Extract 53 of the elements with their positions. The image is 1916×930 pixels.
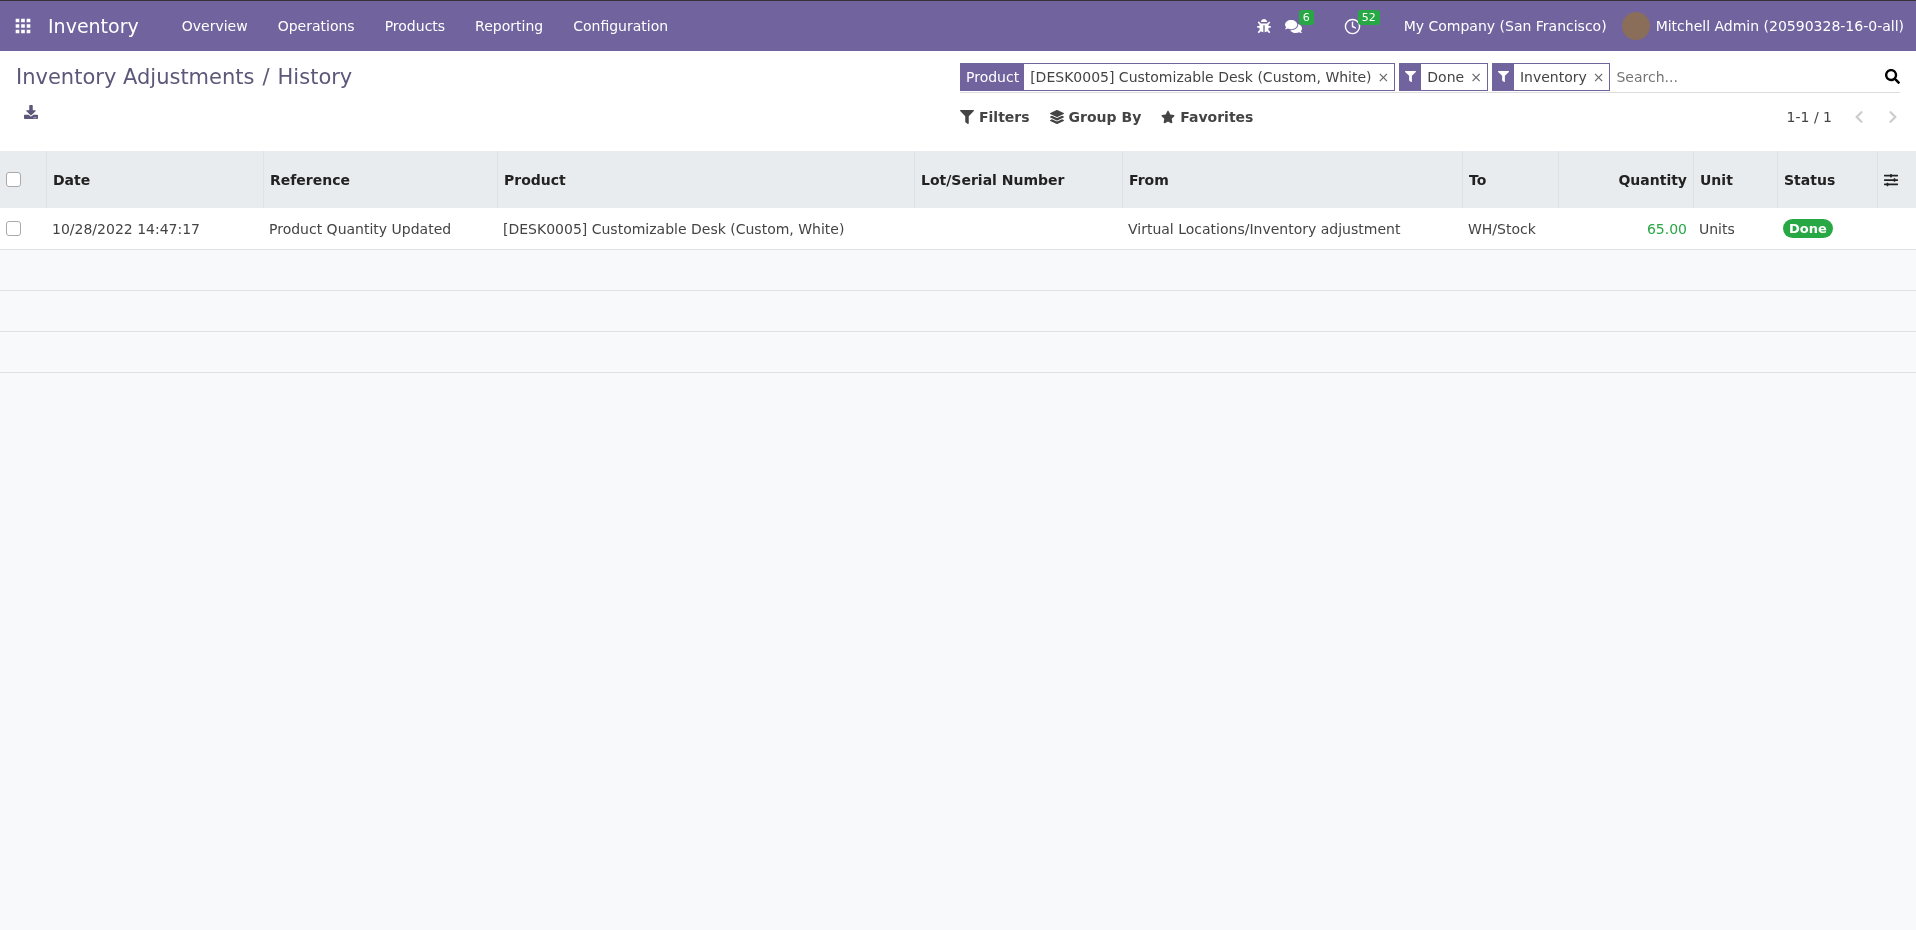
menu-item[interactable]: Products [369, 18, 461, 34]
column-header[interactable]: Reference [263, 151, 497, 208]
search-option-button[interactable]: Favorites [1161, 109, 1254, 125]
chat-icon[interactable] [1284, 17, 1302, 35]
table-cell: Product Quantity Updated [263, 208, 497, 250]
search-facet: Product [DESK0005] Customizable Desk (Custom, White) × [960, 62, 1396, 91]
column-header[interactable]: Status [1777, 151, 1877, 208]
column-header[interactable]: Product [497, 151, 914, 208]
message-count-badge: 6 [1298, 9, 1314, 25]
breadcrumb-item: History [277, 65, 353, 89]
search-option-button[interactable]: Filters [960, 109, 1030, 125]
select-all-checkbox[interactable] [6, 172, 21, 187]
column-header[interactable]: Lot/Serial Number [914, 151, 1122, 208]
column-header[interactable]: Quantity [1558, 151, 1693, 208]
remove-facet-icon[interactable]: × [1470, 68, 1487, 85]
download-icon[interactable] [24, 105, 38, 119]
table-cell: 65.00 [1558, 208, 1693, 250]
search-facet: Done × [1399, 62, 1488, 91]
clock-icon[interactable] [1343, 17, 1361, 35]
filter-icon [960, 110, 974, 124]
menu-item[interactable]: Reporting [460, 18, 559, 34]
star-icon [1161, 110, 1176, 124]
table-cell: WH/Stock [1462, 208, 1558, 250]
column-header[interactable]: To [1462, 151, 1558, 208]
menu-item[interactable]: Configuration [558, 18, 684, 34]
status-badge: Done [1783, 219, 1833, 238]
user-menu[interactable]: Mitchell Admin (20590328-16-0-all) [1655, 18, 1904, 34]
layers-icon [1049, 110, 1064, 124]
optional-columns-icon[interactable] [1884, 172, 1898, 187]
filter-icon [1497, 71, 1509, 82]
table-cell: Units [1693, 208, 1777, 250]
bug-icon[interactable] [1256, 19, 1271, 33]
row-checkbox[interactable] [6, 221, 21, 236]
search-icon[interactable] [1885, 69, 1900, 84]
breadcrumb-separator: / [262, 65, 270, 89]
column-header[interactable]: From [1122, 151, 1462, 208]
menu-item[interactable]: Operations [262, 18, 370, 34]
app-name[interactable]: Inventory [34, 15, 167, 37]
column-header[interactable]: Unit [1693, 151, 1777, 208]
search-option-button[interactable]: Group By [1049, 109, 1142, 125]
filter-icon [1405, 71, 1417, 82]
breadcrumb-item[interactable]: Inventory Adjustments [16, 65, 255, 89]
table-cell: 10/28/2022 14:47:17 [46, 208, 263, 250]
activity-count-badge: 52 [1357, 9, 1380, 25]
menu-item[interactable]: Overview [166, 18, 263, 34]
column-header[interactable]: Date [46, 151, 263, 208]
company-switcher[interactable]: My Company (San Francisco) [1388, 18, 1622, 34]
pager-value[interactable]: 1-1 / 1 [1786, 109, 1832, 125]
table-cell: Virtual Locations/Inventory adjustment [1122, 208, 1462, 250]
remove-facet-icon[interactable]: × [1592, 68, 1610, 85]
search-facet: Inventory × [1491, 62, 1611, 91]
remove-facet-icon[interactable]: × [1377, 68, 1395, 85]
table-cell: [DESK0005] Customizable Desk (Custom, White) [497, 208, 914, 250]
